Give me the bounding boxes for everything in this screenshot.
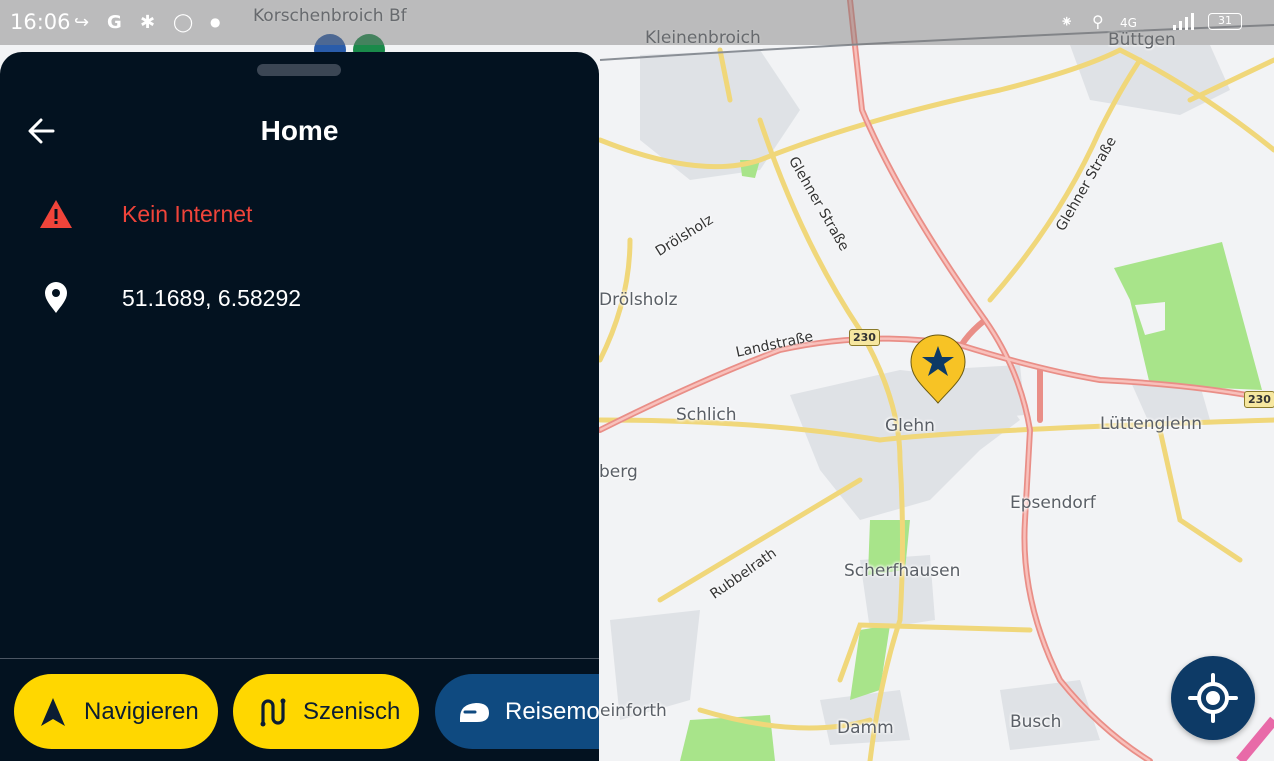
bluetooth-icon: ⁕ <box>1060 12 1074 31</box>
sheet-title: Home <box>260 115 339 146</box>
map-label-scherfhausen: Scherfhausen <box>844 561 961 581</box>
map-label-damm: Damm <box>837 718 894 738</box>
map-label-berg: berg <box>599 462 638 482</box>
map-label-epsendorf: Epsendorf <box>1010 493 1096 513</box>
google-icon: G <box>107 12 122 33</box>
location-pin-icon <box>45 282 67 313</box>
gps-locate-icon <box>1188 673 1238 723</box>
travel-mode-button[interactable]: Reisemodus <box>435 674 599 749</box>
shield-icon: ◯ <box>173 12 194 33</box>
winding-route-icon <box>260 698 286 726</box>
route-shield-230-a: 230 <box>849 329 880 346</box>
connection-warning-row: Kein Internet <box>0 188 599 238</box>
signal-icon <box>1173 13 1194 30</box>
map-label-schlich: Schlich <box>676 405 737 425</box>
route-shield-230-b: 230 <box>1244 391 1274 408</box>
locate-me-button[interactable] <box>1171 656 1255 740</box>
dot-icon: ● <box>210 15 221 29</box>
network-type: 4G <box>1120 16 1137 30</box>
map-label-droelsholz: Drölsholz <box>599 290 678 310</box>
place-details-sheet: Home Kein Internet 51.1689, 6.58292 Navi <box>0 52 599 761</box>
map-label-glehn: Glehn <box>885 416 935 436</box>
travel-mode-label: Reisemodus <box>505 697 599 725</box>
warning-text: Kein Internet <box>122 201 253 227</box>
navigate-label: Navigieren <box>84 697 199 725</box>
missed-call-icon: ↪ <box>74 12 90 33</box>
drag-handle[interactable] <box>257 64 341 76</box>
scenic-button[interactable]: Szenisch <box>233 674 419 749</box>
vehicle-mode-icon <box>460 702 489 722</box>
navigation-arrow-icon <box>41 697 65 726</box>
map-label-busch: Busch <box>1010 712 1062 732</box>
map-label-luettenglehn: Lüttenglehn <box>1100 414 1203 434</box>
divider <box>0 658 599 659</box>
warning-icon <box>40 200 72 228</box>
status-time: 16:06 <box>10 10 71 34</box>
coordinates-text: 51.1689, 6.58292 <box>122 285 302 311</box>
battery-level: 31 <box>1218 14 1232 27</box>
coordinates-row[interactable]: 51.1689, 6.58292 <box>0 272 599 322</box>
fan-icon: ✱ <box>140 12 156 33</box>
scenic-label: Szenisch <box>303 697 401 725</box>
location-status-icon: ⚲ <box>1092 12 1104 31</box>
navigate-button[interactable]: Navigieren <box>14 674 218 749</box>
battery-icon: 31 <box>1208 13 1242 30</box>
map-label-einforth: einforth <box>600 701 667 721</box>
status-bar: 16:06 ↪ G ✱ ◯ ● ⁕ ⚲ 4G 31 <box>0 0 1274 45</box>
